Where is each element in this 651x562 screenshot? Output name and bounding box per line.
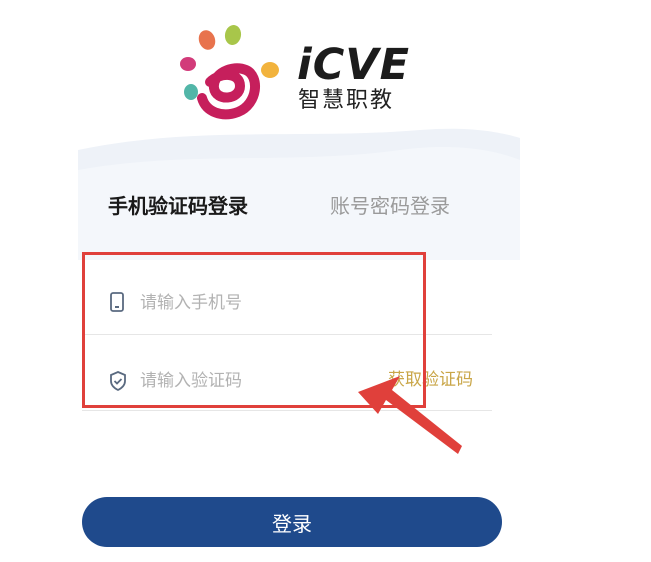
login-button[interactable]: 登录	[82, 497, 502, 547]
tab-password-login[interactable]: 账号密码登录	[330, 196, 450, 216]
brand-name-en: iCVE	[297, 40, 410, 90]
icve-logo-icon	[180, 25, 279, 120]
tab-sms-login[interactable]: 手机验证码登录	[108, 196, 248, 216]
red-arrow-annotation	[358, 376, 462, 454]
brand-name-cn: 智慧职教	[298, 88, 395, 113]
